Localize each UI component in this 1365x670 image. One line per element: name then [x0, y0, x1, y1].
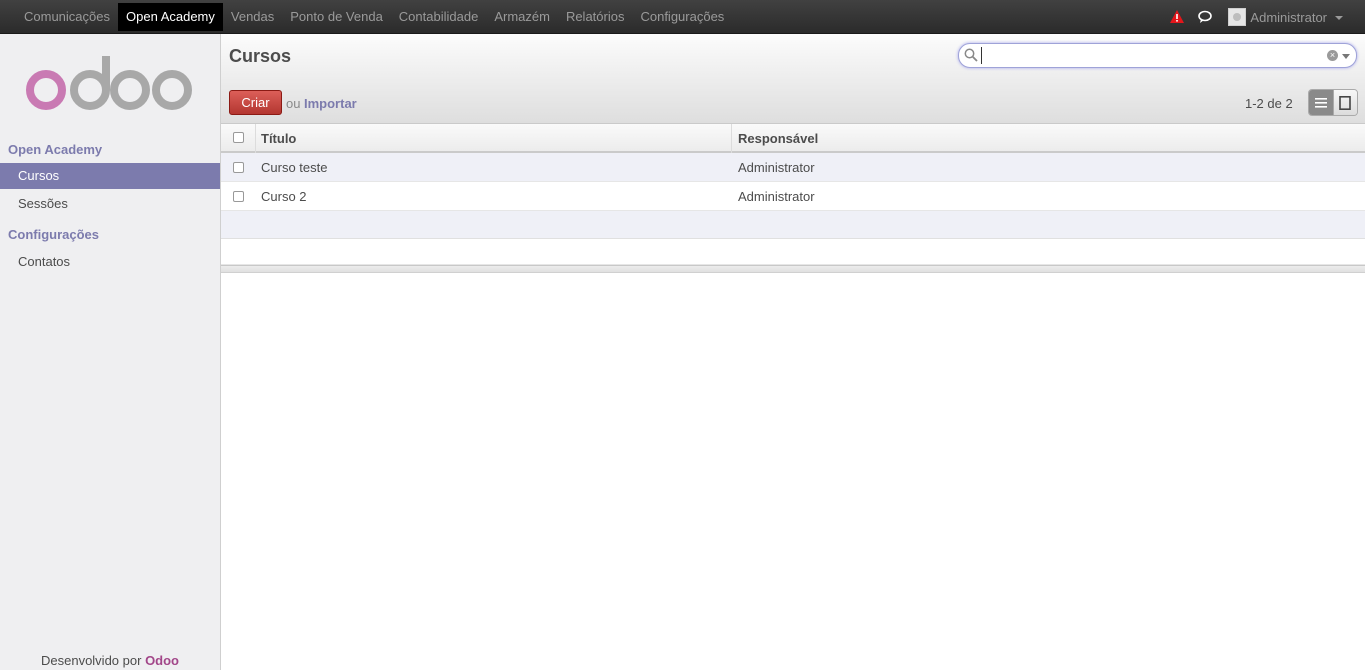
menu-open-academy[interactable]: Open Academy [118, 3, 223, 31]
clear-search-icon[interactable]: × [1327, 50, 1338, 61]
column-header-responsible[interactable]: Responsável [738, 131, 818, 146]
avatar[interactable] [1228, 8, 1247, 26]
sidebar-section-open-academy: Open Academy [8, 142, 103, 157]
search-options-icon[interactable] [1342, 54, 1350, 59]
column-header-title[interactable]: Título [261, 131, 296, 146]
empty-row [221, 211, 1365, 239]
menu-configuracoes[interactable]: Configurações [632, 0, 732, 34]
sidebar-item-sessoes[interactable]: Sessões [0, 191, 220, 217]
row-checkbox[interactable] [233, 162, 244, 173]
menu-vendas[interactable]: Vendas [223, 0, 282, 34]
user-area: Administrator [1170, 0, 1365, 34]
form-view-button[interactable] [1332, 90, 1357, 115]
list-table: Título Responsável Curso teste Administr… [221, 124, 1365, 273]
control-panel: Cursos × Criar ou Importar 1-2 de 2 [221, 34, 1365, 124]
chat-icon[interactable] [1198, 10, 1214, 24]
page-title: Cursos [229, 46, 292, 66]
search-box[interactable]: × [958, 43, 1357, 68]
form-icon [1339, 95, 1352, 110]
row-checkbox[interactable] [233, 191, 244, 202]
search-input[interactable] [981, 47, 1321, 64]
table-row[interactable]: Curso 2 Administrator [221, 182, 1365, 211]
list-view-button[interactable] [1309, 90, 1333, 115]
menu-contabilidade[interactable]: Contabilidade [391, 0, 487, 34]
table-footer [221, 265, 1365, 273]
sidebar-section-configuracoes: Configurações [8, 227, 100, 242]
cell-title[interactable]: Curso teste [261, 160, 327, 175]
cell-responsible[interactable]: Administrator [738, 160, 815, 175]
user-name[interactable]: Administrator [1250, 10, 1327, 25]
pager: 1-2 de 2 [1245, 96, 1293, 111]
menu-comunicacoes[interactable]: Comunicações [16, 0, 118, 34]
main-content: Cursos × Criar ou Importar 1-2 de 2 Títu… [221, 34, 1365, 670]
odoo-logo[interactable] [24, 54, 194, 116]
column-divider [255, 124, 256, 153]
cell-title[interactable]: Curso 2 [261, 189, 307, 204]
footer-brand-link[interactable]: Odoo [145, 653, 179, 668]
top-menu: Comunicações Open Academy Vendas Ponto d… [16, 0, 732, 34]
cell-responsible[interactable]: Administrator [738, 189, 815, 204]
sidebar: Open Academy Cursos Sessões Configuraçõe… [0, 34, 221, 670]
sidebar-item-contatos[interactable]: Contatos [0, 249, 220, 275]
create-button[interactable]: Criar [229, 90, 282, 115]
import-link[interactable]: Importar [304, 96, 357, 111]
empty-row [221, 239, 1365, 265]
view-switcher [1308, 89, 1358, 116]
chevron-down-icon[interactable] [1335, 16, 1343, 20]
column-divider [731, 124, 732, 153]
sidebar-item-cursos[interactable]: Cursos [0, 163, 220, 189]
menu-ponto-de-venda[interactable]: Ponto de Venda [282, 0, 391, 34]
menu-armazem[interactable]: Armazém [486, 0, 558, 34]
top-bar: Comunicações Open Academy Vendas Ponto d… [0, 0, 1365, 34]
footer-prefix: Desenvolvido por [40, 653, 142, 668]
footer-credit: Desenvolvido por Odoo [0, 653, 220, 668]
list-icon [1314, 97, 1327, 108]
warning-icon[interactable] [1170, 10, 1185, 24]
table-header: Título Responsável [221, 124, 1365, 153]
table-row[interactable]: Curso teste Administrator [221, 153, 1365, 182]
select-all-checkbox[interactable] [233, 132, 244, 143]
or-label: ou [286, 96, 301, 111]
menu-relatorios[interactable]: Relatórios [558, 0, 633, 34]
search-icon [964, 48, 978, 62]
